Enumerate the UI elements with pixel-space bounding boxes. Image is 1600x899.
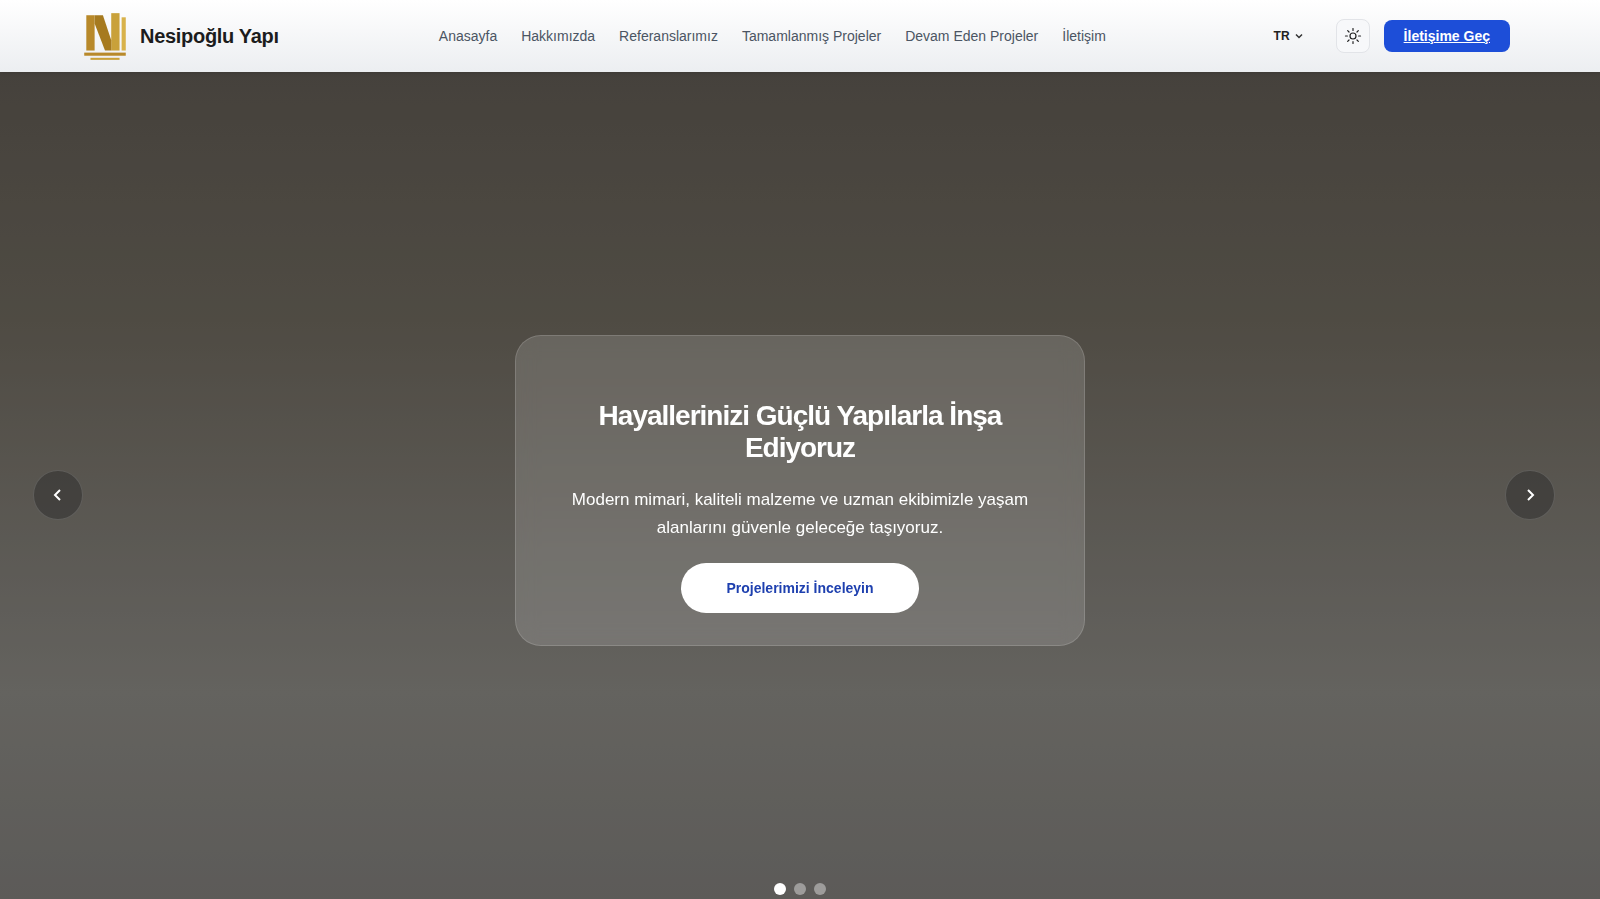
logo-icon <box>80 9 130 63</box>
slide-dot[interactable] <box>814 883 826 895</box>
brand[interactable]: Nesipoğlu Yapı <box>80 9 279 63</box>
chevron-right-icon <box>1522 487 1538 503</box>
sun-icon <box>1344 27 1362 45</box>
hero-title: Hayallerinizi Güçlü Yapılarla İnşa Ediyo… <box>552 400 1048 464</box>
slide-dot[interactable] <box>774 883 786 895</box>
header: Nesipoğlu Yapı Anasayfa Hakkımızda Referans… <box>0 0 1600 72</box>
contact-button[interactable]: İletişime Geç <box>1384 20 1510 52</box>
nav-item[interactable]: Hakkımızda <box>521 28 595 44</box>
hero-card: Hayallerinizi Güçlü Yapılarla İnşa Ediyo… <box>515 335 1085 645</box>
theme-toggle[interactable] <box>1336 19 1370 53</box>
slide-dot[interactable] <box>794 883 806 895</box>
language-select[interactable]: TR <box>1268 28 1310 44</box>
brand-name: Nesipoğlu Yapı <box>140 25 279 48</box>
nav-item[interactable]: Referanslarımız <box>619 28 718 44</box>
nav-item[interactable]: Anasayfa <box>439 28 497 44</box>
slide-dots <box>774 883 826 895</box>
nav-item[interactable]: İletişim <box>1062 28 1106 44</box>
next-slide-button[interactable] <box>1505 470 1555 520</box>
nav-item[interactable]: Devam Eden Projeler <box>905 28 1038 44</box>
nav-item[interactable]: Tamamlanmış Projeler <box>742 28 881 44</box>
prev-slide-button[interactable] <box>33 470 83 520</box>
projects-button[interactable]: Projelerimizi İnceleyin <box>681 563 919 613</box>
header-actions: TR İletişime Geç <box>1268 19 1510 53</box>
page: Nesipoğlu Yapı Anasayfa Hakkımızda Referans… <box>0 0 1600 899</box>
chevron-left-icon <box>50 487 66 503</box>
hero: Hayallerinizi Güçlü Yapılarla İnşa Ediyo… <box>0 72 1600 899</box>
main-nav: Anasayfa Hakkımızda Referanslarımız Tamamla… <box>439 28 1106 44</box>
chevron-down-icon <box>1294 31 1304 41</box>
hero-subtitle: Modern mimari, kaliteli malzeme ve uzman… <box>552 486 1048 540</box>
